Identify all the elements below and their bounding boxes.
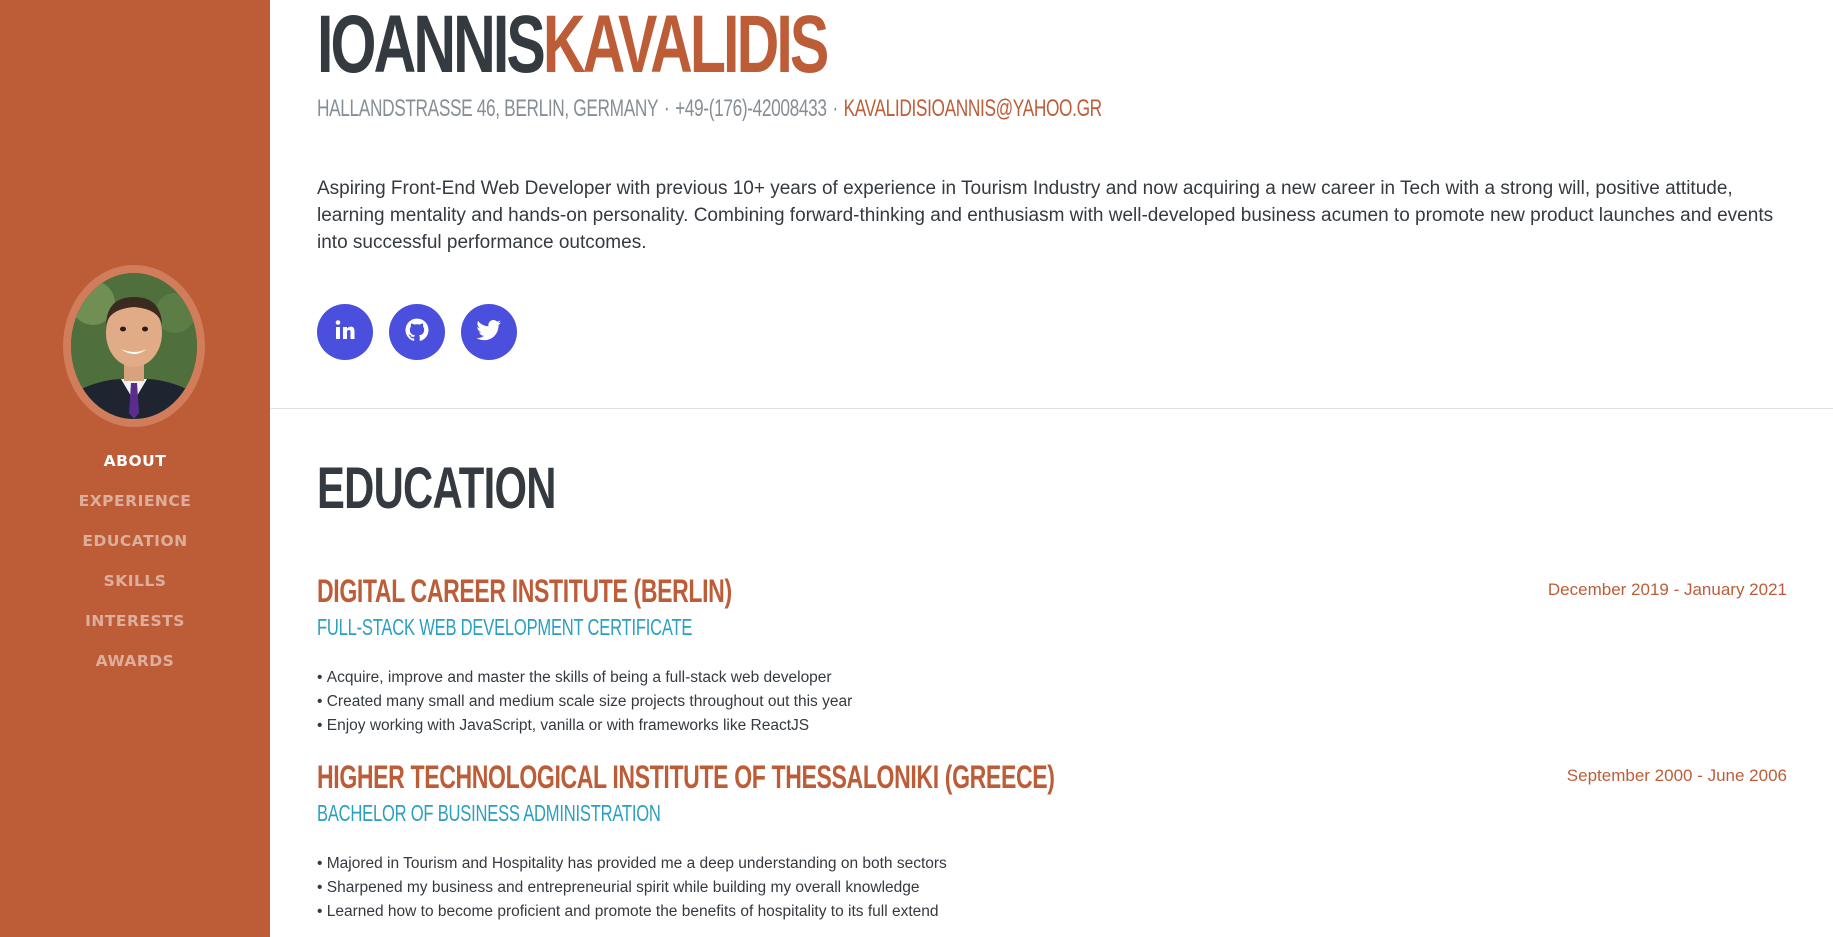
list-item: Acquire, improve and master the skills o… (317, 666, 852, 690)
email-link[interactable]: KAVALIDISIOANNIS@YAHOO.GR (844, 95, 1103, 122)
profile-photo (71, 273, 197, 419)
last-name: KAVALIDIS (542, 0, 829, 90)
nav-item-skills[interactable]: SKILLS (0, 570, 270, 610)
list-item: Enjoy working with JavaScript, vanilla o… (317, 714, 852, 738)
nav-item-about[interactable]: ABOUT (0, 450, 270, 490)
github-button[interactable] (389, 304, 445, 360)
education-entry: DIGITAL CAREER INSTITUTE (BERLIN) FULL-S… (317, 572, 1787, 742)
separator-dot: · (832, 95, 838, 122)
linkedin-button[interactable] (317, 304, 373, 360)
sidebar-nav: ABOUT EXPERIENCE EDUCATION SKILLS INTERE… (0, 450, 270, 690)
bullet-list: Acquire, improve and master the skills o… (317, 666, 853, 738)
sidebar: ABOUT EXPERIENCE EDUCATION SKILLS INTERE… (0, 0, 270, 937)
education-entry: HIGHER TECHNOLOGICAL INSTITUTE OF THESSA… (317, 758, 1787, 928)
nav-item-experience[interactable]: EXPERIENCE (0, 490, 270, 530)
twitter-icon (476, 317, 502, 347)
contact-line: HALLANDSTRASSE 46, BERLIN, GERMANY · +49-(… (317, 95, 1102, 123)
section-divider (270, 408, 1833, 409)
linkedin-icon (333, 318, 357, 346)
institution-name: HIGHER TECHNOLOGICAL INSTITUTE OF THESSA… (317, 759, 1055, 795)
github-icon (404, 317, 430, 347)
bullet-list: Majored in Tourism and Hospitality has p… (317, 852, 947, 924)
profile-avatar (63, 265, 205, 427)
institution-name: DIGITAL CAREER INSTITUTE (BERLIN) (317, 573, 732, 609)
nav-item-interests[interactable]: INTERESTS (0, 610, 270, 650)
separator-dot: · (663, 95, 670, 122)
first-name: IOANNIS (317, 0, 546, 90)
phone-text: +49-(176)-42008433 (675, 95, 827, 122)
list-item: Majored in Tourism and Hospitality has p… (317, 852, 947, 876)
education-title: EDUCATION (317, 456, 556, 521)
list-item: Learned how to become proficient and pro… (317, 900, 947, 924)
nav-item-awards[interactable]: AWARDS (0, 650, 270, 690)
list-item: Created many small and medium scale size… (317, 690, 853, 714)
date-range: September 2000 - June 2006 (1566, 766, 1787, 785)
address-text: HALLANDSTRASSE 46, BERLIN, GERMANY (317, 95, 659, 122)
degree-name: FULL-STACK WEB DEVELOPMENT CERTIFICATE (317, 614, 693, 640)
main-content: IOANNISKAVALIDIS HALLANDSTRASSE 46, BERL… (270, 0, 1833, 937)
nav-item-education[interactable]: EDUCATION (0, 530, 270, 570)
degree-name: BACHELOR OF BUSINESS ADMINISTRATION (317, 800, 661, 826)
twitter-button[interactable] (461, 304, 517, 360)
list-item: Sharpened my business and entrepreneuria… (317, 876, 947, 900)
profile-name: IOANNISKAVALIDIS (317, 0, 829, 90)
date-range: December 2019 - January 2021 (1547, 580, 1787, 599)
social-icons (317, 304, 517, 360)
profile-summary: Aspiring Front-End Web Developer with pr… (317, 178, 1774, 253)
